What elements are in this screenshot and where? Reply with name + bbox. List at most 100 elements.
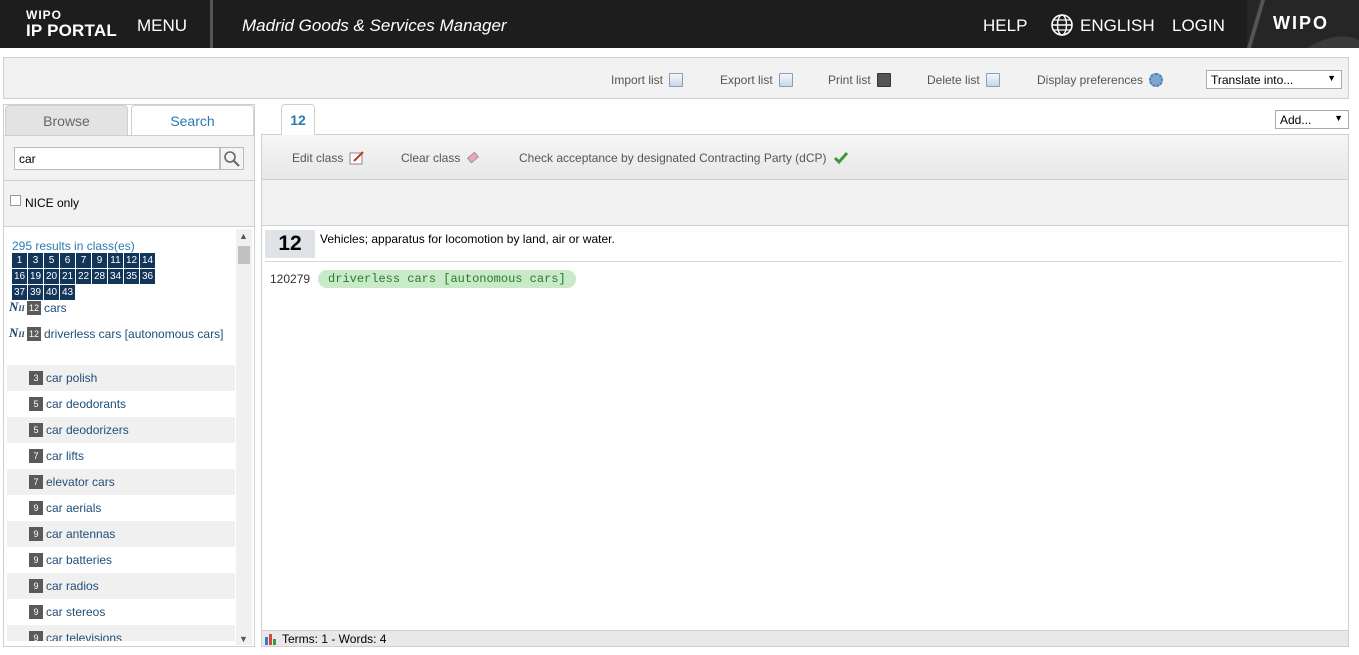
list-item[interactable]: 7 car lifts — [7, 443, 235, 469]
scroll-up-icon[interactable]: ▲ — [239, 231, 248, 241]
nice-only-checkbox[interactable] — [10, 195, 21, 206]
list-item-label: car televisions — [46, 631, 123, 641]
list-item[interactable]: 9 car antennas — [7, 521, 235, 547]
clear-class-button[interactable]: Clear class — [401, 151, 482, 165]
help-link[interactable]: HELP — [983, 16, 1027, 36]
list-item[interactable]: 9 car radios — [7, 573, 235, 599]
term-id: 120279 — [270, 272, 311, 286]
class-filter-chip[interactable]: 22 — [76, 269, 92, 285]
class-filter-chip[interactable]: 12 — [124, 253, 140, 269]
language-selector[interactable]: ENGLISH — [1080, 16, 1155, 36]
wipo-ip-portal-logo[interactable]: WIPO IP PORTAL — [26, 9, 117, 39]
class-heading: 12 Vehicles; apparatus for locomotion by… — [265, 230, 1342, 262]
checkmark-icon — [833, 152, 848, 165]
edit-class-button[interactable]: Edit class — [292, 151, 365, 165]
class-filter-chip[interactable]: 3 — [28, 253, 44, 269]
export-icon — [778, 73, 793, 87]
export-list-button[interactable]: Export list — [720, 73, 793, 87]
class-filter-chip[interactable]: 9 — [92, 253, 108, 269]
nice-term-icon: NII — [9, 325, 25, 340]
login-link[interactable]: LOGIN — [1172, 16, 1225, 36]
print-list-button[interactable]: Print list — [828, 73, 891, 87]
list-item-label: car lifts — [46, 449, 85, 463]
top-navigation-bar: WIPO IP PORTAL MENU Madrid Goods & Servi… — [0, 0, 1359, 48]
results-count: 295 results in class(es) — [12, 239, 135, 253]
check-acceptance-button[interactable]: Check acceptance by designated Contracti… — [519, 151, 849, 165]
class-filter-chip[interactable]: 1 — [12, 253, 28, 269]
edit-icon — [349, 151, 365, 165]
scroll-down-icon[interactable]: ▼ — [239, 634, 248, 644]
list-item[interactable]: 5 car deodorants — [7, 391, 235, 417]
translate-into-select[interactable]: Translate into... ▼ — [1206, 70, 1342, 89]
add-select[interactable]: Add... ▼ — [1275, 110, 1349, 129]
list-item[interactable]: 9 car stereos — [7, 599, 235, 625]
tab-search[interactable]: Search — [131, 105, 254, 135]
nice-only-row: NICE only — [4, 181, 254, 227]
results-scrollbar[interactable]: ▲ ▼ — [236, 229, 252, 645]
search-panel: Browse Search NICE only 295 results in c… — [3, 104, 255, 647]
delete-list-button[interactable]: Delete list — [927, 73, 1000, 87]
class-badge: 7 — [29, 449, 43, 463]
class-description: Vehicles; apparatus for locomotion by la… — [320, 232, 615, 246]
class-filter-chip[interactable]: 34 — [108, 269, 124, 285]
class-filter-chip[interactable]: 6 — [60, 253, 76, 269]
logo-line2: IP PORTAL — [26, 21, 117, 40]
class-badge: 12 — [27, 327, 41, 341]
status-bar: Terms: 1 - Words: 4 — [262, 630, 1348, 646]
list-item[interactable]: 9 car batteries — [7, 547, 235, 573]
magnifier-icon — [224, 151, 240, 167]
brand-text: WIPO — [1273, 13, 1329, 33]
tab-browse[interactable]: Browse — [5, 105, 128, 135]
list-item[interactable]: 9 car aerials — [7, 495, 235, 521]
dropdown-arrow-icon: ▼ — [1334, 113, 1343, 123]
term-chip[interactable]: driverless cars [autonomous cars] — [318, 270, 576, 288]
class-filter-chip[interactable]: 21 — [60, 269, 76, 285]
clear-class-label: Clear class — [401, 151, 461, 165]
search-button[interactable] — [220, 147, 244, 170]
class-filter-chip[interactable]: 36 — [140, 269, 156, 285]
scrollbar-thumb[interactable] — [238, 246, 250, 264]
class-filter-chip[interactable]: 28 — [92, 269, 108, 285]
term-row: 120279 driverless cars [autonomous cars] — [270, 270, 576, 288]
class-filter-chip[interactable]: 16 — [12, 269, 28, 285]
dropdown-arrow-icon: ▼ — [1327, 73, 1336, 83]
display-preferences-button[interactable]: Display preferences — [1037, 73, 1164, 87]
class-filter-chip[interactable]: 7 — [76, 253, 92, 269]
globe-icon[interactable] — [1050, 13, 1074, 37]
list-item[interactable]: 7 elevator cars — [7, 469, 235, 495]
list-item-label: car deodorizers — [46, 423, 129, 437]
list-item[interactable]: 9 car televisions — [7, 625, 235, 641]
class-badge: 12 — [27, 301, 41, 315]
list-item-label: car radios — [46, 579, 99, 593]
class-filter-chip[interactable]: 19 — [28, 269, 44, 285]
class-filter-chip[interactable]: 5 — [44, 253, 60, 269]
logo-line1: WIPO — [26, 8, 62, 22]
menu-button[interactable]: MENU — [137, 16, 187, 36]
class-badge: 9 — [29, 527, 43, 541]
list-item[interactable]: NII 12 driverless cars [autonomous cars] — [7, 321, 235, 365]
class-filter-chip[interactable]: 11 — [108, 253, 124, 269]
header-divider — [210, 0, 213, 48]
class-filter-chip[interactable]: 14 — [140, 253, 156, 269]
list-toolbar: Import list Export list Print list Delet… — [3, 57, 1349, 99]
results-list: 295 results in class(es) 1 3 5 6 7 9 11 12 14 16 1… — [7, 231, 235, 641]
list-item[interactable]: 3 car polish — [7, 365, 235, 391]
class-badge: 9 — [29, 605, 43, 619]
delete-list-label: Delete list — [927, 73, 980, 87]
display-preferences-label: Display preferences — [1037, 73, 1144, 87]
class-badge: 7 — [29, 475, 43, 489]
import-list-button[interactable]: Import list — [611, 73, 684, 87]
print-list-label: Print list — [828, 73, 871, 87]
search-input[interactable] — [14, 147, 220, 170]
list-item-label: car antennas — [46, 527, 116, 541]
list-item-label: car polish — [46, 371, 98, 385]
list-item[interactable]: NII 12 cars — [7, 295, 235, 321]
tab-class-12[interactable]: 12 — [281, 104, 315, 135]
search-row — [4, 135, 254, 181]
class-filter-chip[interactable]: 20 — [44, 269, 60, 285]
wipo-brand-logo[interactable]: WIPO — [1247, 0, 1359, 48]
list-item-label: car deodorants — [46, 397, 127, 411]
list-item[interactable]: 5 car deodorizers — [7, 417, 235, 443]
translate-select-value: Translate into... — [1211, 73, 1294, 87]
class-filter-chip[interactable]: 35 — [124, 269, 140, 285]
